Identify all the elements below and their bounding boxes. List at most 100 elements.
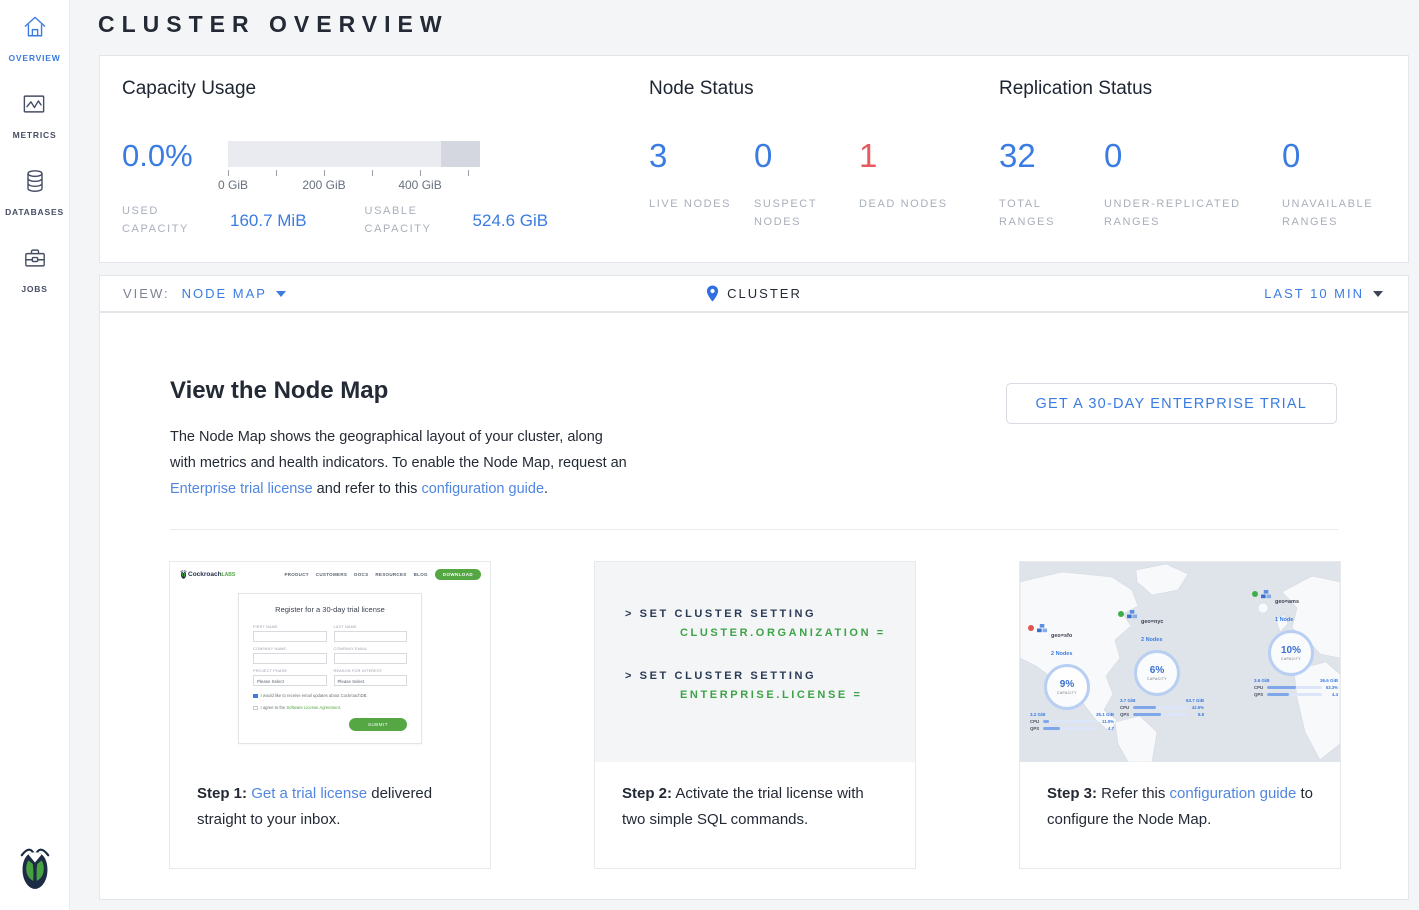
dead-node-dot-icon <box>1028 625 1034 631</box>
capacity-usage-title: Capacity Usage <box>122 78 622 100</box>
sidebar-item-label: METRICS <box>13 130 57 140</box>
node-cluster-icon <box>1037 624 1048 634</box>
mini-form-title: Register for a 30-day trial license <box>253 605 407 614</box>
mini-site-nav: PRODUCT CUSTOMERS DOCS RESOURCES BLOG DO… <box>284 569 481 580</box>
capacity-gauge-axis: 0 GiB 200 GiB 400 GiB <box>228 167 480 191</box>
dead-nodes-label: DEAD NODES <box>859 196 954 214</box>
sql-setting-line: CLUSTER.ORGANIZATION = <box>680 627 915 639</box>
sql-setting-line: ENTERPRISE.LICENSE = <box>680 689 915 701</box>
step-3-caption: Step 3: Refer this configuration guide t… <box>1020 762 1340 833</box>
unavailable-ranges-label: UNAVAILABLE RANGES <box>1282 196 1377 231</box>
cluster-summary-panel: Capacity Usage 0.0% 0 GiB 200 GiB 400 Gi… <box>99 55 1409 263</box>
page-title: CLUSTER OVERVIEW <box>98 11 449 38</box>
capacity-ring: 6% CAPACITY <box>1134 650 1180 696</box>
cpu-bar <box>1133 706 1188 710</box>
view-bar: VIEW: NODE MAP CLUSTER LAST 10 MIN <box>99 275 1409 312</box>
map-node-sfo: geo=sfo 2 Nodes 9% CAPACITY 3.2 GiB 35.1… <box>1028 624 1116 731</box>
suspect-nodes-stat: 0 SUSPECT NODES <box>754 138 859 231</box>
live-nodes-label: LIVE NODES <box>649 196 744 214</box>
qps-bar <box>1133 713 1188 717</box>
node-status-section: Node Status 3 LIVE NODES 0 SUSPECT NODES… <box>649 78 964 231</box>
cockroach-labs-logo <box>179 569 188 580</box>
gauge-tick-label-400: 400 GiB <box>398 178 441 192</box>
metrics-icon <box>20 90 48 123</box>
sidebar-item-label: DATABASES <box>5 207 64 217</box>
step-2-caption: Step 2: Activate the trial license with … <box>595 762 915 833</box>
node-cluster-icon <box>1261 590 1272 600</box>
live-node-dot-icon <box>1252 591 1258 597</box>
gauge-tick-label-200: 200 GiB <box>302 178 345 192</box>
total-ranges-label: TOTAL RANGES <box>999 196 1094 231</box>
replication-status-title: Replication Status <box>999 78 1419 100</box>
map-node-ams: geo=ams 1 Node 10% CAPACITY 3.6 GiB 36.6… <box>1252 590 1340 697</box>
gauge-tick-label-0: 0 GiB <box>218 178 248 192</box>
cockroachdb-logo <box>13 842 57 896</box>
sidebar: OVERVIEW METRICS DATABASES JOBS <box>0 0 70 910</box>
breadcrumb-cluster: CLUSTER <box>100 285 1408 302</box>
mini-reason-select: Please Select <box>334 675 408 686</box>
node-map-description: The Node Map shows the geographical layo… <box>170 424 632 502</box>
enterprise-trial-button[interactable]: GET A 30-DAY ENTERPRISE TRIAL <box>1006 383 1337 424</box>
node-status-title: Node Status <box>649 78 964 100</box>
under-replicated-ranges-stat: 0 UNDER-REPLICATED RANGES <box>1104 138 1282 231</box>
sidebar-item-jobs[interactable]: JOBS <box>21 244 49 294</box>
step-3-card: geo=sfo 2 Nodes 9% CAPACITY 3.2 GiB 35.1… <box>1019 561 1341 869</box>
cpu-bar <box>1267 686 1322 690</box>
sql-prompt-line: > SET CLUSTER SETTING <box>625 670 915 682</box>
total-ranges-stat: 32 TOTAL RANGES <box>999 138 1104 231</box>
under-replicated-ranges-label: UNDER-REPLICATED RANGES <box>1104 196 1274 231</box>
capacity-gauge-other-segment <box>441 141 480 167</box>
mini-software-license-link: Software License Agreement. <box>286 705 341 710</box>
sidebar-item-label: OVERVIEW <box>8 53 60 63</box>
dead-nodes-value: 1 <box>859 138 964 174</box>
databases-icon <box>21 167 49 200</box>
map-node-nyc: geo=nyc 2 Nodes 6% CAPACITY 3.7 GiB 63.7… <box>1118 610 1206 717</box>
mini-last-name-field <box>334 631 408 642</box>
cpu-bar <box>1043 720 1098 724</box>
mini-email-updates-checkbox <box>253 694 258 699</box>
used-capacity-label: USED CAPACITY <box>122 203 214 238</box>
capacity-usage-section: Capacity Usage 0.0% 0 GiB 200 GiB 400 Gi… <box>122 78 622 238</box>
under-replicated-ranges-value: 0 <box>1104 138 1282 174</box>
divider <box>170 529 1338 530</box>
get-trial-license-link[interactable]: Get a trial license <box>251 785 367 802</box>
usable-capacity-value: 524.6 GiB <box>473 211 549 231</box>
map-pin-icon <box>706 285 719 302</box>
live-nodes-stat: 3 LIVE NODES <box>649 138 754 231</box>
suspect-nodes-value: 0 <box>754 138 859 174</box>
step-2-card: > SET CLUSTER SETTING CLUSTER.ORGANIZATI… <box>594 561 916 869</box>
sidebar-item-overview[interactable]: OVERVIEW <box>8 13 60 63</box>
sidebar-item-databases[interactable]: DATABASES <box>5 167 64 217</box>
cluster-scope-label: CLUSTER <box>727 286 802 301</box>
mini-first-name-field <box>253 631 327 642</box>
node-cluster-icon <box>1127 610 1138 620</box>
capacity-gauge-bar <box>228 141 480 167</box>
mini-company-name-field <box>253 653 327 664</box>
live-node-dot-icon <box>1118 611 1124 617</box>
mini-submit-button: SUBMIT <box>349 718 407 731</box>
mini-project-phase-select: Please Select <box>253 675 327 686</box>
suspect-nodes-label: SUSPECT NODES <box>754 196 849 231</box>
live-nodes-value: 3 <box>649 138 754 174</box>
capacity-ring: 10% CAPACITY <box>1268 630 1314 676</box>
mini-company-email-field <box>334 653 408 664</box>
sidebar-item-metrics[interactable]: METRICS <box>13 90 57 140</box>
configuration-guide-link[interactable]: configuration guide <box>1170 785 1297 802</box>
qps-bar <box>1267 693 1322 697</box>
node-map-panel: View the Node Map The Node Map shows the… <box>99 312 1409 900</box>
sql-commands-block: > SET CLUSTER SETTING CLUSTER.ORGANIZATI… <box>595 562 915 762</box>
configuration-guide-link[interactable]: configuration guide <box>421 481 544 497</box>
capacity-gauge: 0 GiB 200 GiB 400 GiB <box>228 141 480 191</box>
sidebar-item-label: JOBS <box>21 284 47 294</box>
dead-nodes-stat: 1 DEAD NODES <box>859 138 964 231</box>
jobs-icon <box>21 244 49 277</box>
enterprise-trial-license-link[interactable]: Enterprise trial license <box>170 481 313 497</box>
used-capacity-value: 160.7 MiB <box>230 211 307 231</box>
home-icon <box>21 13 49 46</box>
total-ranges-value: 32 <box>999 138 1104 174</box>
usable-capacity-label: USABLE CAPACITY <box>365 203 457 238</box>
mini-license-agree-checkbox <box>253 706 258 711</box>
unavailable-ranges-value: 0 <box>1282 138 1419 174</box>
replication-status-section: Replication Status 32 TOTAL RANGES 0 UND… <box>999 78 1419 231</box>
step-1-caption: Step 1: Get a trial license delivered st… <box>170 762 490 833</box>
